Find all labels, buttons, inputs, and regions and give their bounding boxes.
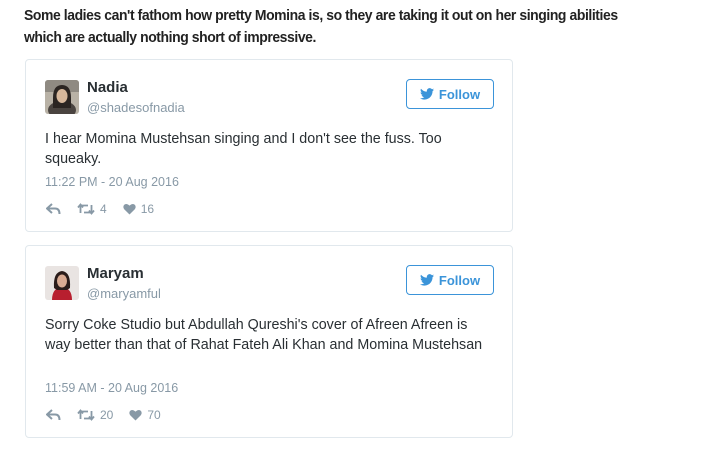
reply-icon	[46, 203, 61, 215]
intro-text: Some ladies can't fathom how pretty Momi…	[24, 7, 618, 46]
retweet-icon	[77, 409, 95, 421]
like-button[interactable]: 70	[129, 408, 161, 422]
retweet-count: 20	[100, 408, 114, 422]
user-handle[interactable]: @shadesofnadia	[87, 100, 185, 115]
twitter-bird-icon	[419, 88, 434, 100]
tweet-text: Sorry Coke Studio but Abdullah Qureshi's…	[45, 317, 483, 353]
tweet-card: Nadia @shadesofnadia Follow I hear Momin…	[25, 59, 513, 232]
tweet-actions: 4 16	[46, 202, 170, 216]
like-count: 16	[140, 202, 155, 216]
tweet-text: I hear Momina Mustehsan singing and I do…	[45, 131, 442, 167]
tweet-timestamp[interactable]: 11:22 PM - 20 Aug 2016	[45, 175, 179, 189]
follow-label: Follow	[438, 272, 481, 288]
like-button[interactable]: 16	[123, 202, 154, 216]
tweet-timestamp[interactable]: 11:59 AM - 20 Aug 2016	[45, 381, 178, 395]
twitter-bird-icon	[419, 274, 434, 286]
follow-button[interactable]: Follow	[406, 265, 494, 295]
retweet-button[interactable]: 4	[77, 202, 107, 216]
retweet-count: 4	[100, 202, 107, 216]
like-count: 70	[147, 408, 161, 422]
tweet-card: Maryam @maryamful Follow Sorry Coke Stud…	[25, 245, 513, 438]
heart-icon	[129, 409, 143, 421]
user-handle[interactable]: @maryamful	[87, 286, 161, 301]
follow-button[interactable]: Follow	[406, 79, 494, 109]
avatar[interactable]	[45, 80, 79, 114]
reply-button[interactable]	[46, 203, 61, 215]
retweet-icon	[77, 203, 95, 215]
reply-button[interactable]	[46, 409, 61, 421]
retweet-button[interactable]: 20	[77, 408, 113, 422]
user-name[interactable]: Nadia	[87, 79, 128, 96]
reply-icon	[46, 409, 61, 421]
heart-icon	[123, 203, 136, 215]
user-name[interactable]: Maryam	[87, 265, 144, 282]
follow-label: Follow	[438, 86, 481, 102]
tweet-actions: 20 70	[46, 408, 177, 422]
avatar[interactable]	[45, 266, 79, 300]
